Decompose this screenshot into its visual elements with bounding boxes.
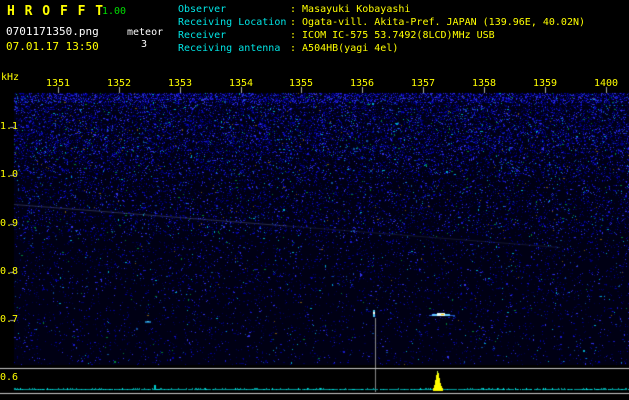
- info-label: Receiving antenna: [178, 43, 281, 54]
- time-label: 1400: [593, 78, 619, 89]
- freq-label: 1.1: [0, 121, 19, 132]
- freq-label: 0.6: [0, 372, 19, 383]
- freq-label: 0.8: [0, 266, 19, 277]
- info-label: Receiver: [178, 30, 227, 41]
- info-row-antenna: Receiving antenna : A504HB(yagi 4el): [178, 42, 585, 55]
- info-label: Receiving Location: [178, 17, 287, 28]
- info-value: : Masayuki Kobayashi: [290, 4, 411, 15]
- info-value: : ICOM IC-575 53.7492(8LCD)MHz USB: [290, 30, 495, 41]
- time-label: 1359: [532, 78, 558, 89]
- time-label: 1357: [410, 78, 436, 89]
- mode-label: meteor: [127, 27, 164, 38]
- spectrogram-canvas: [0, 0, 629, 400]
- app-title: H R O F F T: [7, 4, 105, 19]
- time-label: 1353: [167, 78, 193, 89]
- meteor-count: 3: [141, 39, 148, 50]
- freq-label: 1.0: [0, 169, 19, 180]
- info-row-observer: Observer : Masayuki Kobayashi: [178, 3, 585, 16]
- time-label: 1355: [288, 78, 314, 89]
- info-value: : A504HB(yagi 4el): [290, 43, 399, 54]
- datetime-label: 07.01.17 13:50: [6, 40, 99, 53]
- freq-label: 0.7: [0, 314, 19, 325]
- time-label: 1352: [106, 78, 132, 89]
- version-label: 1.00: [102, 6, 127, 17]
- time-label: 1356: [349, 78, 375, 89]
- output-filename: 0701171350.png: [6, 25, 99, 38]
- time-label: 1354: [228, 78, 254, 89]
- info-value: : Ogata-vill. Akita-Pref. JAPAN (139.96E…: [290, 17, 586, 28]
- station-info: Observer : Masayuki Kobayashi Receiving …: [178, 3, 585, 55]
- time-label: 1358: [471, 78, 497, 89]
- info-row-location: Receiving Location : Ogata-vill. Akita-P…: [178, 16, 585, 29]
- freq-label: 0.9: [0, 218, 19, 229]
- freq-unit-label: kHz: [1, 72, 20, 83]
- info-label: Observer: [178, 4, 227, 15]
- time-label: 1351: [45, 78, 71, 89]
- hrofft-window: H R O F F T 1.00 0701171350.png meteor 3…: [0, 0, 629, 400]
- info-row-receiver: Receiver : ICOM IC-575 53.7492(8LCD)MHz …: [178, 29, 585, 42]
